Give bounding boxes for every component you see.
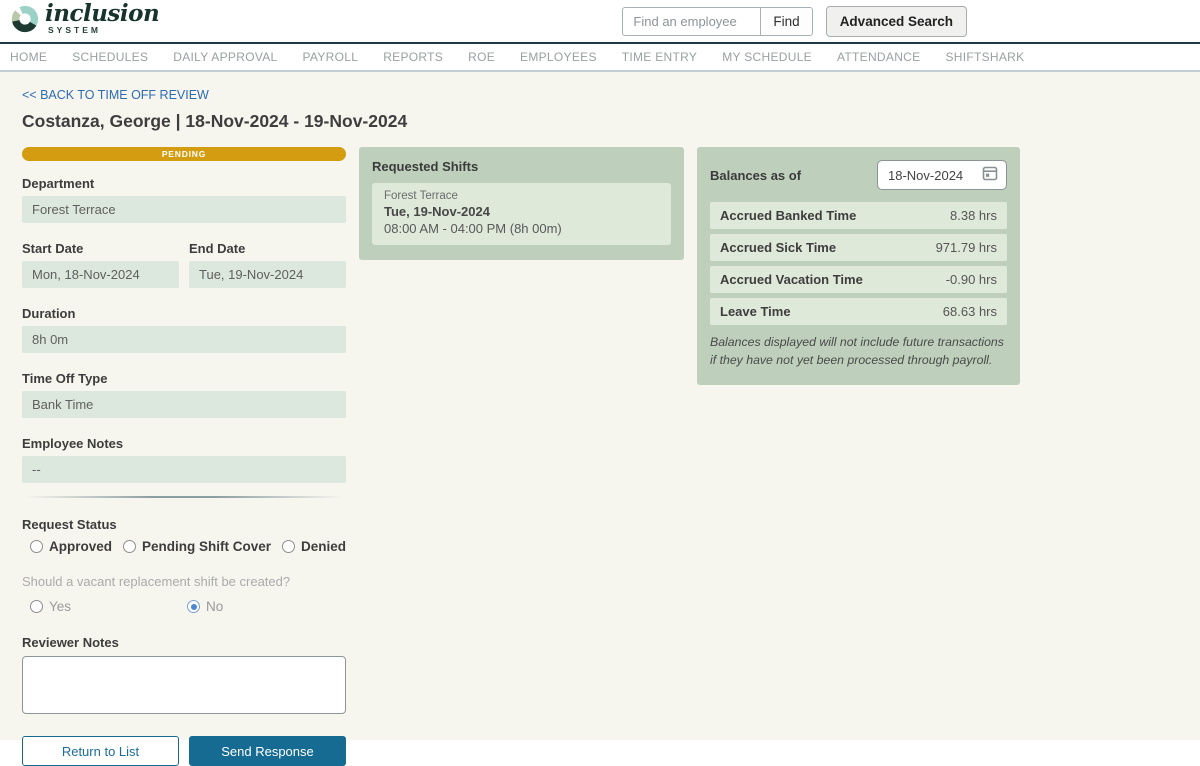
shift-date: Tue, 19-Nov-2024 — [384, 204, 659, 219]
radio-pending-shift-cover-label: Pending Shift Cover — [142, 539, 271, 554]
employee-notes-label: Employee Notes — [22, 436, 346, 451]
radio-replacement-yes: Yes — [30, 599, 71, 614]
nav-item-my-schedule[interactable]: MY SCHEDULE — [722, 50, 812, 64]
radio-pending-shift-cover[interactable]: Pending Shift Cover — [123, 539, 271, 554]
back-to-time-off-review-link[interactable]: << BACK TO TIME OFF REVIEW — [22, 88, 209, 102]
nav-item-attendance[interactable]: ATTENDANCE — [837, 50, 920, 64]
reviewer-notes-textarea[interactable] — [22, 656, 346, 714]
requested-shifts-title: Requested Shifts — [372, 159, 671, 174]
nav-item-payroll[interactable]: PAYROLL — [303, 50, 359, 64]
reviewer-notes-label: Reviewer Notes — [22, 635, 346, 650]
radio-approved-label: Approved — [49, 539, 112, 554]
radio-replacement-no: No — [187, 599, 223, 614]
page-title: Costanza, George | 18-Nov-2024 - 19-Nov-… — [22, 111, 1200, 132]
employee-search-area: Find Advanced Search — [622, 6, 967, 37]
radio-denied-label: Denied — [301, 539, 346, 554]
balance-label: Accrued Vacation Time — [720, 272, 863, 287]
shift-department: Forest Terrace — [384, 190, 659, 202]
department-label: Department — [22, 176, 346, 191]
page-content: << BACK TO TIME OFF REVIEW Costanza, Geo… — [0, 72, 1200, 740]
balances-title: Balances as of — [710, 168, 801, 183]
shift-time: 08:00 AM - 04:00 PM (8h 00m) — [384, 221, 659, 236]
radio-denied-circle[interactable] — [282, 540, 295, 553]
duration-label: Duration — [22, 306, 346, 321]
requested-shifts-panel: Requested Shifts Forest Terrace Tue, 19-… — [359, 147, 684, 260]
brand-logo[interactable]: inclusion SYSTEM — [10, 3, 159, 40]
request-status-label: Request Status — [22, 517, 346, 532]
nav-item-shiftshark[interactable]: SHIFTSHARK — [945, 50, 1024, 64]
balance-label: Leave Time — [720, 304, 791, 319]
balance-value: -0.90 hrs — [946, 272, 997, 287]
status-badge: PENDING — [22, 147, 346, 161]
balance-row-leave: Leave Time 68.63 hrs — [710, 298, 1007, 325]
balance-row-sick: Accrued Sick Time 971.79 hrs — [710, 234, 1007, 261]
balance-value: 8.38 hrs — [950, 208, 997, 223]
main-nav: HOME SCHEDULES DAILY APPROVAL PAYROLL RE… — [0, 44, 1200, 72]
balance-value: 971.79 hrs — [936, 240, 997, 255]
brand-name: inclusion — [45, 3, 159, 25]
duration-value: 8h 0m — [22, 326, 346, 353]
nav-item-time-entry[interactable]: TIME ENTRY — [622, 50, 697, 64]
time-off-type-label: Time Off Type — [22, 371, 346, 386]
start-date-value: Mon, 18-Nov-2024 — [22, 261, 179, 288]
radio-denied[interactable]: Denied — [282, 539, 346, 554]
replacement-shift-question: Should a vacant replacement shift be cre… — [22, 574, 346, 589]
shift-card: Forest Terrace Tue, 19-Nov-2024 08:00 AM… — [372, 183, 671, 245]
radio-approved-circle[interactable] — [30, 540, 43, 553]
nav-item-employees[interactable]: EMPLOYEES — [520, 50, 597, 64]
return-to-list-button[interactable]: Return to List — [22, 736, 179, 766]
department-value: Forest Terrace — [22, 196, 346, 223]
radio-replacement-no-label: No — [206, 599, 223, 614]
balances-panel: Balances as of 18-Nov-2024 Accrued Banke… — [697, 147, 1020, 385]
request-details-form: PENDING Department Forest Terrace Start … — [22, 147, 346, 766]
nav-item-reports[interactable]: REPORTS — [383, 50, 443, 64]
advanced-search-button[interactable]: Advanced Search — [826, 6, 967, 37]
brand-tagline: SYSTEM — [45, 25, 159, 35]
balance-label: Accrued Sick Time — [720, 240, 836, 255]
radio-pending-shift-cover-circle[interactable] — [123, 540, 136, 553]
time-off-type-value: Bank Time — [22, 391, 346, 418]
employee-notes-value: -- — [22, 456, 346, 483]
balances-date-value: 18-Nov-2024 — [888, 168, 963, 183]
nav-item-daily-approval[interactable]: DAILY APPROVAL — [173, 50, 277, 64]
balance-value: 68.63 hrs — [943, 304, 997, 319]
end-date-label: End Date — [189, 241, 346, 256]
nav-item-home[interactable]: HOME — [10, 50, 47, 64]
section-divider — [26, 496, 342, 498]
balances-rows: Accrued Banked Time 8.38 hrs Accrued Sic… — [710, 202, 1007, 325]
radio-replacement-yes-label: Yes — [49, 599, 71, 614]
find-button[interactable]: Find — [760, 7, 812, 36]
app-header: inclusion SYSTEM Find Advanced Search — [0, 0, 1200, 44]
employee-search-input[interactable] — [622, 7, 760, 36]
replacement-shift-options: Yes No — [22, 599, 346, 614]
calendar-icon[interactable] — [982, 165, 998, 186]
balances-disclaimer: Balances displayed will not include futu… — [710, 334, 1007, 370]
send-response-button[interactable]: Send Response — [189, 736, 346, 766]
balances-date-input[interactable]: 18-Nov-2024 — [877, 160, 1007, 190]
request-status-options: Approved Pending Shift Cover Denied — [22, 539, 346, 554]
inclusion-swirl-icon — [10, 3, 40, 40]
balance-label: Accrued Banked Time — [720, 208, 856, 223]
nav-item-schedules[interactable]: SCHEDULES — [72, 50, 148, 64]
radio-replacement-no-circle — [187, 600, 200, 613]
nav-item-roe[interactable]: ROE — [468, 50, 495, 64]
radio-replacement-yes-circle — [30, 600, 43, 613]
radio-approved[interactable]: Approved — [30, 539, 112, 554]
balance-row-vacation: Accrued Vacation Time -0.90 hrs — [710, 266, 1007, 293]
balance-row-banked: Accrued Banked Time 8.38 hrs — [710, 202, 1007, 229]
end-date-value: Tue, 19-Nov-2024 — [189, 261, 346, 288]
start-date-label: Start Date — [22, 241, 179, 256]
